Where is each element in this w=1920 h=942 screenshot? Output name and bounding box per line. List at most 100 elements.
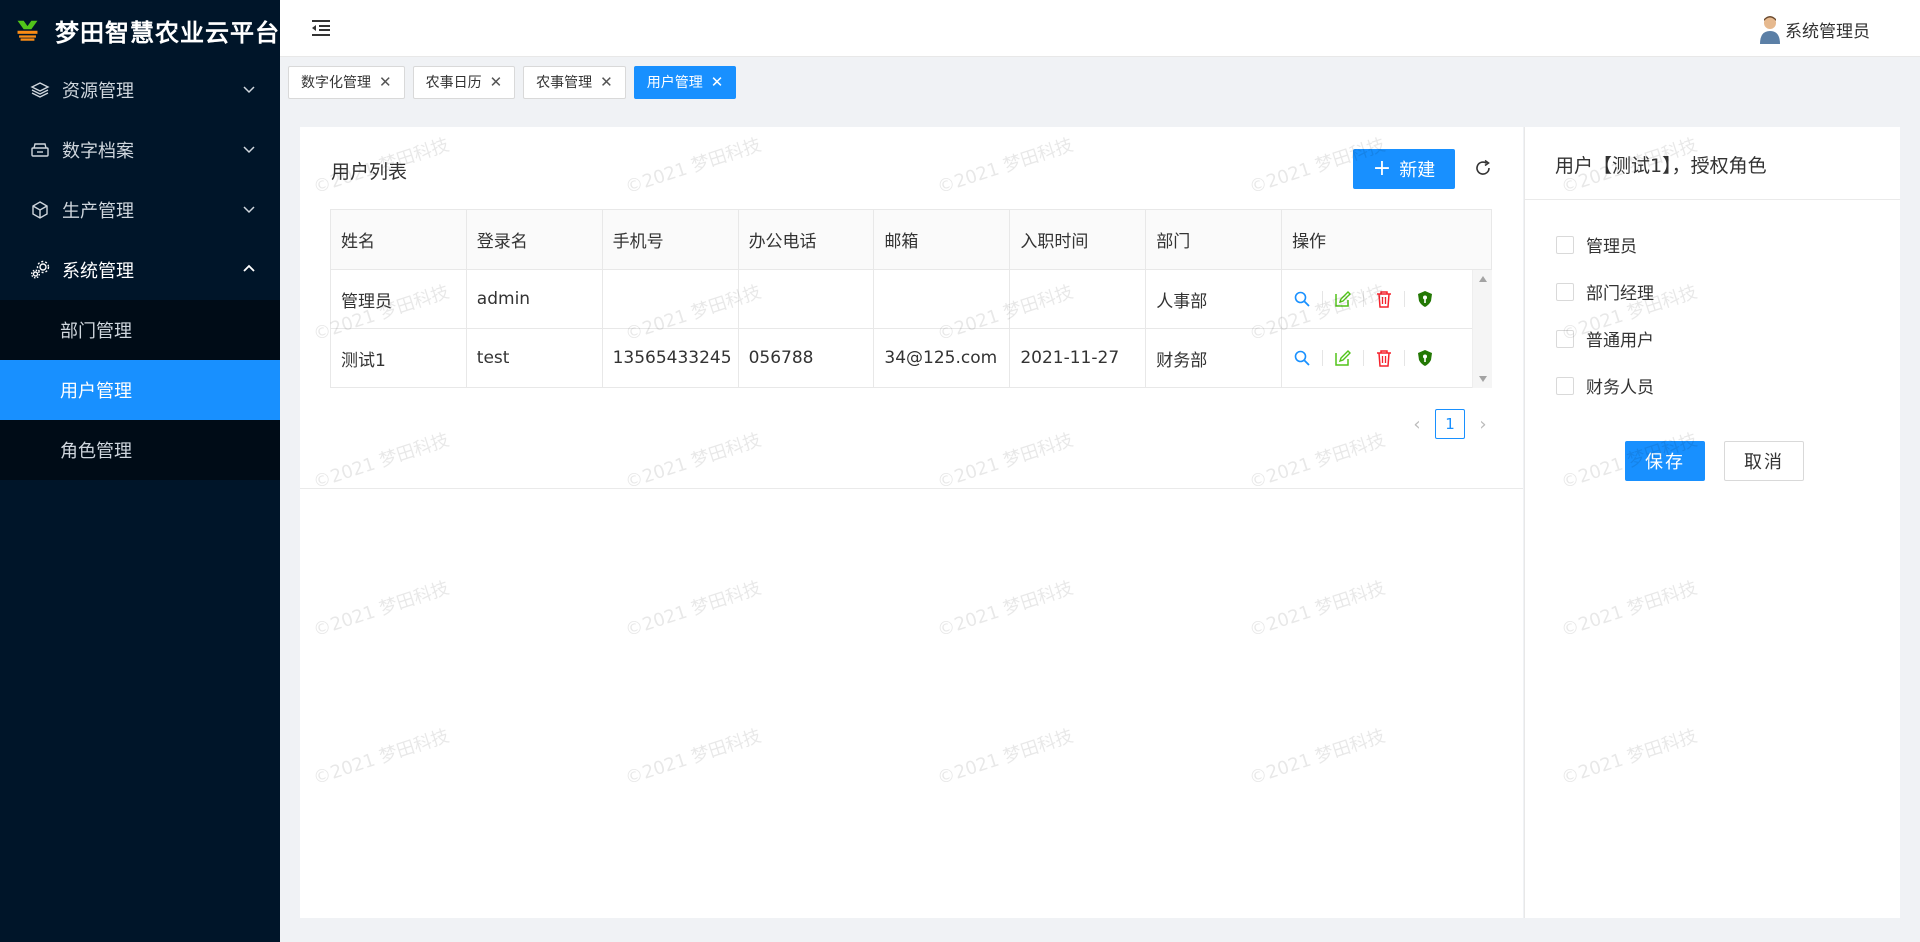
cell-dept: 人事部 <box>1145 269 1282 329</box>
chevron-down-icon <box>243 146 255 154</box>
role-label: 财务人员 <box>1586 378 1654 398</box>
menu-item-production[interactable]: 生产管理 <box>0 180 280 240</box>
user-name: 系统管理员 <box>1785 21 1870 42</box>
close-icon[interactable]: ✕ <box>711 73 724 91</box>
scroll-down-icon[interactable] <box>1479 376 1487 382</box>
divider <box>1525 199 1900 200</box>
card-title: 用户列表 <box>331 161 408 183</box>
table-header-row: 姓名 登录名 手机号 办公电话 邮箱 入职时间 部门 操作 <box>330 209 1492 270</box>
cell-name: 管理员 <box>330 269 467 329</box>
tab-label: 农事日历 <box>425 75 482 91</box>
cell-office <box>737 269 874 329</box>
next-page-icon[interactable]: › <box>1471 414 1495 435</box>
menu-fold-icon[interactable] <box>310 17 332 39</box>
table-row[interactable]: 测试1 test 13565433245 056788 34@125.com 2… <box>330 328 1492 388</box>
edit-icon[interactable] <box>1333 348 1353 368</box>
cell-actions <box>1281 328 1492 388</box>
app-title: 梦田智慧农业云平台 <box>55 18 280 47</box>
sidebar-item-roles[interactable]: 角色管理 <box>0 420 280 480</box>
user-menu[interactable]: 系统管理员 <box>1759 14 1870 44</box>
divider <box>1363 291 1365 307</box>
sidebar-item-users[interactable]: 用户管理 <box>0 360 280 420</box>
divider <box>1363 350 1365 366</box>
role-label: 普通用户 <box>1586 331 1654 351</box>
table-row[interactable]: 管理员 admin 人事部 <box>330 269 1492 329</box>
delete-icon[interactable] <box>1374 289 1394 309</box>
tab-digital[interactable]: 数字化管理 ✕ <box>288 65 405 99</box>
cell-hired <box>1009 269 1146 329</box>
user-table: 姓名 登录名 手机号 办公电话 邮箱 入职时间 部门 操作 管理员 admin … <box>330 209 1492 388</box>
column-header: 手机号 <box>601 209 739 270</box>
role-panel-title: 用户【测试1】，授权角色 <box>1555 155 1767 177</box>
divider <box>1322 291 1324 307</box>
role-checkbox-finance[interactable]: 财务人员 <box>1556 373 1654 398</box>
menu-item-label: 数字档案 <box>62 141 134 162</box>
cell-hired: 2021-11-27 <box>1009 328 1146 388</box>
role-checkbox-admin[interactable]: 管理员 <box>1556 232 1637 257</box>
user-list-panel: 用户列表 + 新建 姓名 登录名 手机号 办公电话 邮箱 入职时间 部门 操作 <box>300 127 1523 918</box>
column-header: 入职时间 <box>1009 209 1147 270</box>
menu-item-archives[interactable]: 数字档案 <box>0 120 280 180</box>
avatar-icon <box>1760 16 1780 44</box>
reload-icon[interactable] <box>1473 158 1493 178</box>
sidebar-item-departments[interactable]: 部门管理 <box>0 300 280 360</box>
column-header: 登录名 <box>465 209 603 270</box>
menu-item-system[interactable]: 系统管理 <box>0 240 280 300</box>
delete-icon[interactable] <box>1374 348 1394 368</box>
checkbox[interactable] <box>1556 329 1574 348</box>
gears-icon <box>30 260 50 280</box>
role-checkbox-manager[interactable]: 部门经理 <box>1556 279 1654 304</box>
prev-page-icon[interactable]: ‹ <box>1405 414 1429 435</box>
checkbox[interactable] <box>1556 235 1574 254</box>
role-label: 部门经理 <box>1586 284 1654 304</box>
sidebar: 梦田智慧农业云平台 资源管理 数字档案 生产管理 系统管理 部门管理 用户管理 … <box>0 0 280 942</box>
column-header: 部门 <box>1145 209 1283 270</box>
close-icon[interactable]: ✕ <box>379 73 392 91</box>
divider <box>1404 350 1406 366</box>
page-number[interactable]: 1 <box>1435 409 1465 439</box>
new-button-label: 新建 <box>1399 160 1436 181</box>
table-scrollbar[interactable] <box>1472 270 1492 388</box>
chevron-down-icon <box>243 86 255 94</box>
cell-login: test <box>465 328 603 388</box>
cell-email <box>873 269 1010 329</box>
scroll-up-icon[interactable] <box>1479 276 1487 282</box>
divider <box>300 488 1523 489</box>
column-header: 办公电话 <box>737 209 875 270</box>
role-label: 管理员 <box>1586 237 1637 257</box>
tab-users[interactable]: 用户管理 ✕ <box>633 65 737 99</box>
logo-icon <box>17 20 38 41</box>
row-actions <box>1292 348 1491 368</box>
tab-farm[interactable]: 农事管理 ✕ <box>523 65 626 99</box>
menu-item-label: 生产管理 <box>62 201 134 222</box>
tab-calendar[interactable]: 农事日历 ✕ <box>412 65 516 99</box>
row-actions <box>1292 289 1491 309</box>
cancel-button[interactable]: 取消 <box>1724 441 1804 481</box>
checkbox[interactable] <box>1556 376 1574 395</box>
shield-icon[interactable] <box>1415 289 1435 309</box>
close-icon[interactable]: ✕ <box>600 73 613 91</box>
shield-icon[interactable] <box>1415 348 1435 368</box>
save-button[interactable]: 保存 <box>1625 441 1705 481</box>
tab-label: 农事管理 <box>536 75 593 91</box>
cell-login: admin <box>465 269 603 329</box>
edit-icon[interactable] <box>1333 289 1353 309</box>
view-icon[interactable] <box>1292 289 1312 309</box>
box-icon <box>30 200 50 220</box>
role-checkbox-user[interactable]: 普通用户 <box>1556 326 1654 351</box>
menu-item-label: 系统管理 <box>62 261 134 282</box>
top-header: 系统管理员 <box>280 0 1920 57</box>
menu-item-resources[interactable]: 资源管理 <box>0 60 280 120</box>
close-icon[interactable]: ✕ <box>490 73 503 91</box>
card-header: 用户列表 + 新建 <box>300 127 1523 207</box>
view-icon[interactable] <box>1292 348 1312 368</box>
cell-email: 34@125.com <box>873 328 1010 388</box>
new-button[interactable]: + 新建 <box>1353 149 1455 189</box>
divider <box>1322 350 1324 366</box>
column-header: 姓名 <box>330 209 467 270</box>
cell-office: 056788 <box>737 328 874 388</box>
checkbox[interactable] <box>1556 282 1574 301</box>
archive-icon <box>30 140 50 160</box>
submenu-system: 部门管理 用户管理 角色管理 <box>0 300 280 480</box>
cell-phone <box>601 269 739 329</box>
